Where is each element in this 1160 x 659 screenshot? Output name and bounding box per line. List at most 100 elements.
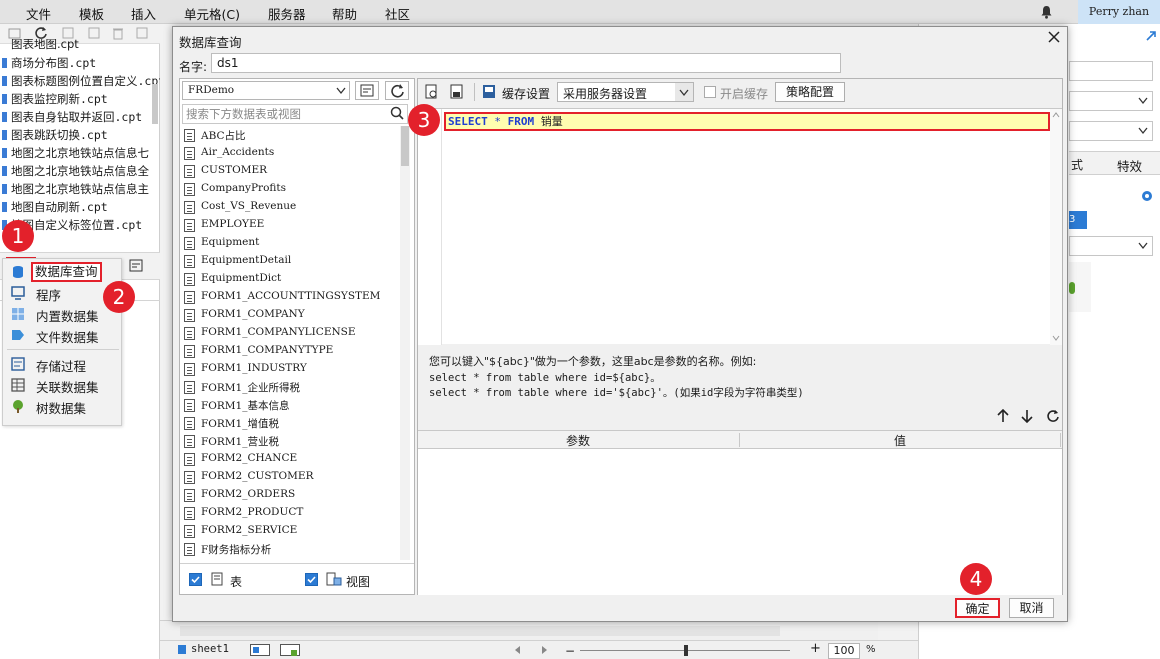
file-list-scrollbar[interactable]	[152, 84, 158, 124]
table-list-item[interactable]: FORM2_CHANCE	[182, 450, 400, 468]
close-icon[interactable]	[1047, 30, 1061, 44]
menu-community[interactable]: 社区	[385, 4, 410, 23]
table-list-item[interactable]: FORM1_ACCOUNTTINGSYSTEM	[182, 288, 400, 306]
sql-scrollbar[interactable]	[1050, 109, 1062, 345]
tab-effect[interactable]: 特效	[1117, 156, 1142, 175]
bell-icon[interactable]	[1040, 5, 1053, 19]
file-item[interactable]: 图表标题图例位置自定义.cpt	[0, 72, 160, 90]
enable-cache-checkbox[interactable]	[704, 86, 716, 98]
table-search-input[interactable]: 搜索下方数据表或视图	[182, 104, 408, 124]
menu-cell[interactable]: 单元格(C)	[184, 4, 240, 23]
table-list-item[interactable]: Cost_VS_Revenue	[182, 198, 400, 216]
menu-separator	[7, 349, 119, 350]
table-name: FORM1_COMPANYLICENSE	[201, 326, 356, 338]
table-list-item[interactable]: ABC占比	[182, 126, 400, 144]
property-select[interactable]	[1069, 121, 1153, 141]
table-list-item[interactable]: CompanyProfits	[182, 180, 400, 198]
table-list-item[interactable]: FORM2_ORDERS	[182, 486, 400, 504]
move-up-icon[interactable]	[997, 409, 1009, 423]
horizontal-scrollbar[interactable]	[180, 626, 780, 636]
menu-file[interactable]: 文件	[26, 4, 51, 23]
menu-server[interactable]: 服务器	[268, 4, 306, 23]
table-list-item[interactable]: EquipmentDict	[182, 270, 400, 288]
zoom-input[interactable]: 100	[828, 643, 860, 659]
table-list-item[interactable]: F财务指标分析	[182, 540, 400, 558]
scrollbar-thumb[interactable]	[401, 126, 409, 166]
ok-button[interactable]: 确定	[955, 598, 1000, 618]
menu-item-tree-dataset[interactable]: 树数据集	[3, 396, 123, 416]
table-list-item[interactable]: FORM2_CUSTOMER	[182, 468, 400, 486]
table-list-item[interactable]: EMPLOYEE	[182, 216, 400, 234]
menu-item-file-dataset[interactable]: 文件数据集	[3, 325, 123, 345]
menu-item-builtin-dataset[interactable]: 内置数据集	[3, 304, 123, 324]
table-icon	[184, 471, 195, 484]
tab-style[interactable]: 式	[1071, 156, 1083, 173]
file-item[interactable]: 图表跳跃切换.cpt	[0, 126, 160, 144]
property-input[interactable]	[1069, 61, 1153, 81]
connection-select[interactable]: FRDemo	[182, 81, 350, 100]
gear-icon[interactable]	[1139, 188, 1155, 204]
sql-format-icon[interactable]	[450, 84, 464, 100]
menu-item-related-dataset[interactable]: 关联数据集	[3, 375, 123, 395]
zoom-in-icon[interactable]: +	[810, 641, 821, 656]
table-list-item[interactable]: FORM1_营业税	[182, 432, 400, 450]
file-item[interactable]: 地图之北京地铁站点信息主	[0, 180, 160, 198]
field-badge[interactable]: 3	[1069, 211, 1087, 229]
table-icon	[184, 453, 195, 466]
file-item[interactable]: 商场分布图.cpt	[0, 54, 160, 72]
table-list-item[interactable]: FORM1_基本信息	[182, 396, 400, 414]
table-list-item[interactable]: FORM1_INDUSTRY	[182, 360, 400, 378]
preview-sql-icon[interactable]	[425, 84, 439, 100]
table-list-item[interactable]: FORM1_COMPANY	[182, 306, 400, 324]
property-select[interactable]	[1069, 236, 1153, 256]
refresh-icon[interactable]	[34, 26, 48, 40]
table-list-item[interactable]: FORM2_PRODUCT	[182, 504, 400, 522]
dataset-name-input[interactable]: ds1	[211, 53, 841, 73]
connection-settings-button[interactable]	[355, 81, 379, 100]
menu-item-db-query[interactable]: 数据库查询	[3, 262, 123, 282]
file-item[interactable]: 图表自身钻取并返回.cpt	[0, 108, 160, 126]
file-item[interactable]: 地图之北京地铁站点信息全	[0, 162, 160, 180]
cancel-button[interactable]: 取消	[1009, 598, 1054, 618]
table-list-scrollbar[interactable]	[400, 126, 410, 560]
file-item[interactable]: 图表监控刷新.cpt	[0, 90, 160, 108]
property-select[interactable]	[1069, 91, 1153, 111]
strategy-config-button[interactable]: 策略配置	[775, 82, 845, 102]
file-item[interactable]: 地图之北京地铁站点信息七	[0, 144, 160, 162]
zoom-out-icon[interactable]: −	[565, 644, 575, 658]
chevron-down-icon[interactable]	[675, 83, 693, 101]
refresh-connection-button[interactable]	[385, 81, 409, 100]
table-list-item[interactable]: Air_Accidents	[182, 144, 400, 162]
file-item[interactable]: 图表地图.cpt	[0, 39, 160, 51]
table-list-item[interactable]: FORM2_SERVICE	[182, 522, 400, 540]
table-list-item[interactable]: FORM1_企业所得税	[182, 378, 400, 396]
scroll-left-icon[interactable]	[515, 646, 521, 654]
menu-insert[interactable]: 插入	[131, 4, 156, 23]
table-list-item[interactable]: FORM1_COMPANYTYPE	[182, 342, 400, 360]
menu-template[interactable]: 模板	[79, 4, 104, 23]
table-list-item[interactable]: FORM1_增值税	[182, 414, 400, 432]
zoom-slider-thumb[interactable]	[684, 645, 688, 656]
cache-select[interactable]: 采用服务器设置	[557, 82, 694, 102]
table-list-item[interactable]: Equipment	[182, 234, 400, 252]
add-sheet-icon[interactable]	[250, 644, 270, 656]
sql-editor[interactable]: SELECT * FROM 销量	[418, 108, 1062, 345]
table-list-item[interactable]: EquipmentDetail	[182, 252, 400, 270]
table-list-item[interactable]: FORM1_COMPANYLICENSE	[182, 324, 400, 342]
scroll-right-icon[interactable]	[542, 646, 548, 654]
move-down-icon[interactable]	[1021, 409, 1033, 423]
table-checkbox[interactable]	[189, 573, 202, 586]
refresh-params-icon[interactable]	[1046, 409, 1060, 423]
user-name[interactable]: Perry zhan	[1078, 0, 1160, 24]
table-list-item[interactable]: CUSTOMER	[182, 162, 400, 180]
dataset-setting-icon[interactable]	[129, 259, 144, 273]
menu-item-stored-procedure[interactable]: 存储过程	[3, 354, 123, 374]
sql-text-line[interactable]: SELECT * FROM 销量	[444, 112, 1050, 131]
add-report-icon[interactable]	[280, 644, 300, 656]
view-checkbox[interactable]	[305, 573, 318, 586]
search-icon[interactable]	[390, 106, 404, 120]
expand-arrow-icon[interactable]	[1145, 30, 1157, 42]
menu-help[interactable]: 帮助	[332, 4, 357, 23]
file-item[interactable]: 地图自动刷新.cpt	[0, 198, 160, 216]
sheet-tab[interactable]: sheet1	[191, 643, 229, 655]
